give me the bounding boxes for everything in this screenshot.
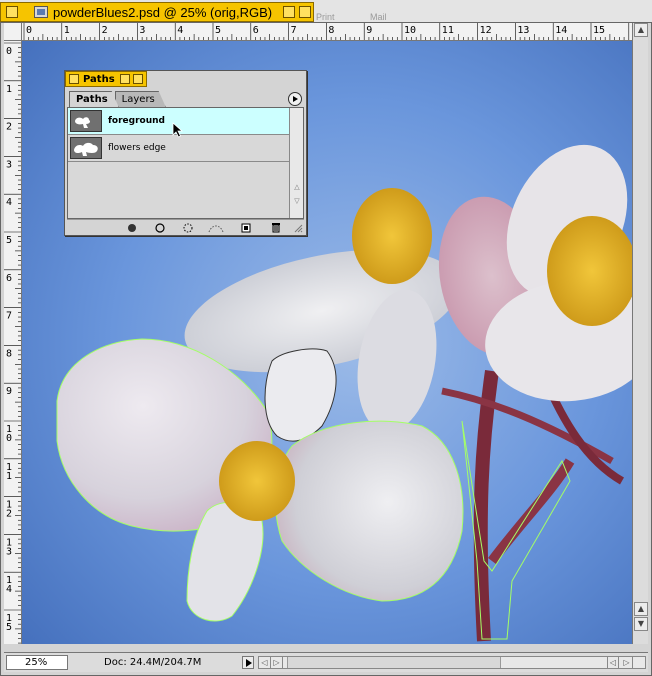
ruler-tick-label: 5 (6, 235, 12, 246)
palette-close-box[interactable] (69, 74, 79, 84)
horizontal-scroll-thumb[interactable] (287, 657, 501, 668)
paths-palette-title: Paths (83, 73, 115, 85)
tab-layers[interactable]: Layers (114, 91, 166, 107)
vertical-scrollbar[interactable]: ▲ ▲ ▼ (632, 23, 648, 644)
scroll-left-button[interactable]: ◁ (607, 657, 619, 668)
path-thumbnail (70, 110, 102, 132)
window-title: powderBlues2.psd @ 25% (orig,RGB) (53, 4, 273, 20)
ruler-tick-label: 3 (6, 159, 12, 170)
path-row-flowers-edge[interactable]: flowers edge (68, 135, 289, 162)
palette-menu-button[interactable] (288, 92, 302, 106)
ruler-tick-label: 11 (442, 25, 454, 36)
ruler-tick-label: 15 (593, 25, 605, 36)
make-work-path-icon[interactable] (207, 221, 225, 234)
new-path-icon[interactable] (237, 221, 255, 234)
document-size-info: Doc: 24.4M/204.7M (104, 657, 202, 668)
ruler-tick-label: 3 (6, 546, 12, 557)
paths-list: foreground flowers edge △ ▽ (67, 107, 304, 219)
paths-palette-footer (67, 219, 304, 234)
load-selection-icon[interactable] (179, 221, 197, 234)
palette-scrollbar[interactable]: △ ▽ (289, 108, 303, 218)
ruler-tick-label: 0 (6, 433, 12, 444)
horizontal-scrollbar[interactable]: ◁ ▷ ◁ ▷ (258, 656, 646, 669)
ruler-tick-label: 4 (6, 197, 12, 208)
print-label: Print (316, 12, 335, 22)
palette-collapse-box[interactable] (133, 74, 143, 84)
scroll-up-button[interactable]: ▲ (634, 602, 648, 616)
arrow-cursor-icon (172, 122, 184, 138)
palette-scroll-up-button[interactable]: △ (291, 182, 303, 193)
tab-paths[interactable]: Paths (69, 91, 119, 107)
trash-icon[interactable] (267, 221, 285, 234)
path-label: foreground (108, 116, 165, 126)
ruler-tick-label: 1 (64, 25, 70, 36)
mail-label: Mail (370, 12, 387, 22)
zoom-box[interactable] (283, 6, 295, 18)
ruler-tick-label: 0 (26, 25, 32, 36)
vertical-ruler-ticks: 0123456789101112131415 (4, 42, 21, 644)
ruler-tick-label: 4 (6, 584, 12, 595)
path-label: flowers edge (108, 143, 166, 153)
status-bar: 25% Doc: 24.4M/204.7M ◁ ▷ ◁ ▷ (4, 652, 648, 672)
ruler-tick-label: 12 (480, 25, 492, 36)
scroll-left-start-button[interactable]: ◁ (259, 657, 271, 668)
scroll-down-button[interactable]: ▼ (634, 617, 648, 631)
ruler-tick-label: 8 (328, 25, 334, 36)
path-thumbnail (70, 137, 102, 159)
collapse-box[interactable] (299, 6, 311, 18)
stroke-path-icon[interactable] (151, 221, 169, 234)
ruler-tick-label: 8 (6, 348, 12, 359)
ruler-tick-label: 3 (139, 25, 145, 36)
ruler-tick-label: 6 (253, 25, 259, 36)
horizontal-ruler-ticks: 012345678910111213141516 (23, 23, 632, 40)
ruler-tick-label: 9 (366, 25, 372, 36)
ruler-tick-label: 10 (404, 25, 416, 36)
palette-resize-handle[interactable] (289, 221, 307, 234)
close-box[interactable] (6, 6, 18, 18)
palette-zoom-box[interactable] (120, 74, 130, 84)
zoom-level-field[interactable]: 25% (6, 655, 68, 670)
fill-path-icon[interactable] (123, 221, 141, 234)
paths-palette-title-bar[interactable]: Paths (65, 71, 147, 87)
ruler-tick-label: 2 (6, 509, 12, 520)
ruler-tick-label: 2 (6, 122, 12, 133)
ruler-tick-label: 13 (517, 25, 529, 36)
ruler-tick-label: 0 (6, 46, 12, 57)
ruler-tick-label: 1 (6, 84, 12, 95)
ruler-tick-label: 5 (215, 25, 221, 36)
ruler-tick-label: 2 (102, 25, 108, 36)
scroll-right-button[interactable]: ▷ (621, 657, 633, 668)
document-icon (34, 6, 48, 18)
ruler-tick-label: 7 (291, 25, 297, 36)
scroll-up-top-button[interactable]: ▲ (634, 23, 648, 37)
horizontal-ruler[interactable]: 012345678910111213141516 (22, 23, 632, 41)
ruler-tick-label: 14 (555, 25, 567, 36)
ruler-tick-label: 4 (177, 25, 183, 36)
palette-scroll-down-button[interactable]: ▽ (291, 196, 303, 207)
ruler-tick-label: 7 (6, 311, 12, 322)
window-title-bar[interactable]: powderBlues2.psd @ 25% (orig,RGB) (0, 2, 314, 22)
ruler-tick-label: 9 (6, 386, 12, 397)
palette-tabs: Paths Layers (69, 91, 166, 107)
paths-palette: Paths Paths Layers foreground flowers ed… (64, 70, 307, 236)
ruler-origin[interactable] (4, 23, 22, 41)
vertical-ruler[interactable]: 0123456789101112131415 (4, 41, 22, 644)
scroll-right-start-button[interactable]: ▷ (271, 657, 283, 668)
ruler-tick-label: 6 (6, 273, 12, 284)
status-menu-arrow-icon[interactable] (242, 656, 254, 669)
ruler-tick-label: 5 (6, 622, 12, 633)
ruler-tick-label: 1 (6, 471, 12, 482)
